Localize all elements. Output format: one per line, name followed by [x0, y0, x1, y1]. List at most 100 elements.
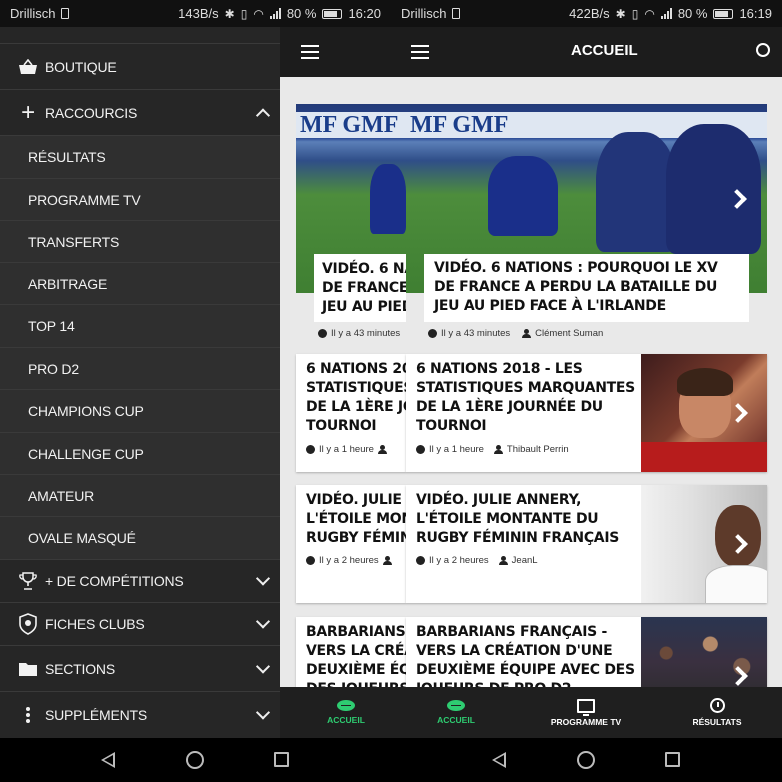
article-card-partial[interactable]: BARBARIANS FRANÇAIS - VERS LA CRÉATION D… — [296, 617, 406, 687]
article-meta: Il y a 2 heures JeanL — [416, 555, 538, 566]
drawer-item-label: SECTIONS — [45, 660, 115, 677]
plus-icon: + — [21, 98, 35, 126]
carrier: Drillisch — [401, 6, 460, 21]
basket-icon — [14, 58, 42, 75]
clock: 16:20 — [348, 6, 381, 21]
battery-percent: 80 % — [677, 6, 708, 21]
drawer-item-champions-cup[interactable]: CHAMPIONS CUP — [0, 390, 280, 433]
drawer-item-top-14[interactable]: TOP 14 — [0, 305, 280, 348]
user-icon — [493, 445, 503, 454]
article-time: Il y a 2 heures — [429, 555, 489, 566]
drawer-item-amateur[interactable]: AMATEUR — [0, 475, 280, 517]
drawer-item-arbitrage[interactable]: ARBITRAGE — [0, 263, 280, 305]
article-headline: VIDÉO. JULIE ANNERY, L'ÉTOILE MONTANTE D… — [416, 492, 620, 546]
drawer-item-resultats[interactable]: RÉSULTATS — [0, 136, 280, 179]
wifi-icon: ◠ — [644, 6, 655, 21]
wifi-icon: ◠ — [253, 6, 264, 21]
drawer-item-pro-d2[interactable]: PRO D2 — [0, 348, 280, 390]
drawer-item-boutique[interactable]: BOUTIQUE — [0, 44, 280, 90]
clock-icon — [318, 329, 327, 338]
nav-tab-label: ACCUEIL — [327, 715, 365, 725]
chevron-right-icon[interactable] — [728, 666, 748, 686]
user-icon — [382, 556, 392, 565]
chevron-right-icon[interactable] — [728, 403, 748, 423]
article-card-featured[interactable]: MF GMF VIDÉO. 6 NATIONS : POURQUOI LE XV… — [406, 104, 767, 349]
drawer-item-fiches-clubs[interactable]: FICHES CLUBS — [0, 603, 280, 646]
article-card[interactable]: BARBARIANS FRANÇAIS - VERS LA CRÉATION D… — [406, 617, 767, 687]
nav-tab-resultats[interactable]: RÉSULTATS — [682, 687, 752, 738]
article-headline: VIDÉO. JULIE ANNERY, L'ÉTOILE MONTANTE D… — [306, 492, 406, 546]
nav-tab-label: ACCUEIL — [437, 715, 475, 725]
article-card-partial[interactable]: MF GMF VIDÉO. 6 NATIONS : POURQUOI LE XV… — [296, 104, 406, 349]
user-icon — [377, 445, 387, 454]
drawer-item-label: SUPPLÉMENTS — [45, 707, 148, 723]
drawer-item-transferts[interactable]: TRANSFERTS — [0, 221, 280, 263]
article-image — [641, 617, 767, 687]
article-card[interactable]: 6 NATIONS 2018 - LES STATISTIQUES MARQUA… — [406, 354, 767, 472]
clock-icon — [306, 445, 315, 454]
drawer-item-label: CHALLENGE CUP — [28, 445, 144, 462]
drawer-item-competitions[interactable]: + DE COMPÉTITIONS — [0, 560, 280, 603]
article-card[interactable]: VIDÉO. JULIE ANNERY, L'ÉTOILE MONTANTE D… — [406, 485, 767, 603]
player-figure — [596, 132, 676, 252]
drawer-item-supplements[interactable]: SUPPLÉMENTS — [0, 692, 280, 738]
network-speed: 422B/s — [569, 6, 610, 21]
drawer-item-partial — [0, 27, 280, 44]
stopwatch-icon — [709, 698, 725, 713]
bluetooth-icon: ✱ — [615, 6, 626, 21]
nav-tab-label: PROGRAMME TV — [550, 716, 622, 727]
carrier-label: Drillisch — [401, 6, 447, 21]
home-icon[interactable] — [577, 751, 595, 769]
clock-icon — [306, 556, 315, 565]
article-card-partial[interactable]: 6 NATIONS 2018 - LES STATISTIQUES MARQUA… — [296, 354, 406, 472]
menu-icon[interactable] — [301, 45, 319, 59]
back-icon[interactable] — [101, 752, 115, 768]
tv-icon — [577, 698, 595, 716]
chevron-down-icon[interactable] — [255, 658, 271, 674]
article-time: Il y a 1 heure — [319, 444, 374, 455]
drawer-item-label: RÉSULTATS — [28, 149, 106, 165]
article-author: Clément Suman — [535, 328, 604, 339]
article-image — [641, 485, 767, 603]
home-icon[interactable] — [186, 751, 204, 769]
chevron-down-icon[interactable] — [255, 705, 271, 720]
drawer-item-raccourcis[interactable]: + RACCOURCIS — [0, 90, 280, 136]
player-figure — [488, 156, 558, 236]
back-icon[interactable] — [492, 752, 506, 768]
drawer-item-label: TOP 14 — [28, 318, 75, 334]
drawer-item-label: OVALE MASQUÉ — [28, 530, 136, 546]
nav-tab-programme-tv[interactable]: PROGRAMME TV — [544, 687, 628, 738]
chevron-down-icon[interactable] — [255, 571, 271, 586]
recent-apps-icon[interactable] — [665, 752, 680, 767]
drawer-item-label: BOUTIQUE — [45, 58, 117, 75]
article-card-partial[interactable]: VIDÉO. JULIE ANNERY, L'ÉTOILE MONTANTE D… — [296, 485, 406, 603]
drawer-item-label: + DE COMPÉTITIONS — [45, 573, 184, 589]
drawer-item-label: RACCOURCIS — [45, 104, 138, 121]
drawer-item-challenge-cup[interactable]: CHALLENGE CUP — [0, 433, 280, 475]
nav-tab-accueil[interactable]: ACCUEIL — [424, 687, 488, 738]
nav-tab-label: RÉSULTATS — [692, 717, 742, 727]
nav-tab-accueil[interactable]: ACCUEIL — [314, 687, 378, 738]
user-icon — [522, 329, 532, 338]
drawer-item-programme-tv[interactable]: PROGRAMME TV — [0, 179, 280, 221]
article-meta: Il y a 1 heure Thibault Perrin — [416, 444, 569, 455]
menu-icon[interactable] — [411, 45, 429, 59]
article-headline: VIDÉO. 6 NATIONS : POURQUOI LE XV DE FRA… — [322, 261, 406, 315]
recent-apps-icon[interactable] — [274, 752, 289, 767]
status-bar-right: Drillisch 422B/s ✱ ▯ ◠ 80 % 16:19 — [391, 0, 782, 27]
drawer-item-ovale-masque[interactable]: OVALE MASQUÉ — [0, 517, 280, 560]
article-headline: VIDÉO. 6 NATIONS : POURQUOI LE XV DE FRA… — [434, 260, 718, 314]
login-icon[interactable] — [756, 43, 770, 57]
drawer-item-sections[interactable]: SECTIONS — [0, 646, 280, 692]
article-headline: 6 NATIONS 2018 - LES STATISTIQUES MARQUA… — [306, 361, 406, 434]
page-title: ACCUEIL — [571, 42, 638, 59]
article-meta: Il y a 43 minutes — [318, 328, 406, 339]
player-hair — [677, 368, 733, 396]
chevron-up-icon[interactable] — [255, 107, 271, 123]
clock: 16:19 — [739, 6, 772, 21]
bluetooth-icon: ✱ — [224, 6, 235, 21]
chevron-down-icon[interactable] — [255, 614, 271, 629]
screenshot-stage: { "left_status": { "carrier": "Drillisch… — [0, 0, 782, 782]
article-time: Il y a 43 minutes — [331, 328, 401, 339]
ad-banner: MF GMF — [296, 112, 406, 138]
